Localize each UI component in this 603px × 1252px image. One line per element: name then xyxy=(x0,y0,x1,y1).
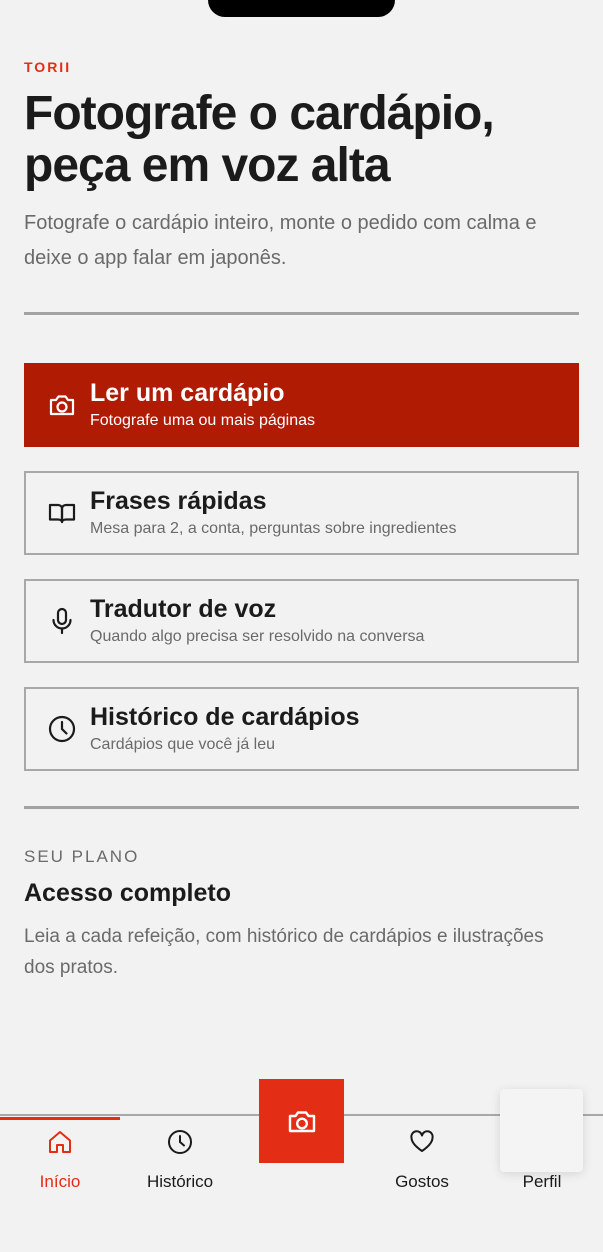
menu-history-button[interactable]: Histórico de cardápios Cardápios que voc… xyxy=(24,687,579,771)
tab-profile-label: Perfil xyxy=(522,1172,562,1191)
read-menu-title: Ler um cardápio xyxy=(90,379,285,407)
floating-overlay-card[interactable] xyxy=(500,1089,583,1172)
plan-title: Acesso completo xyxy=(24,879,232,907)
menu-history-title: Histórico de cardápios xyxy=(90,703,360,731)
plan-description: Leia a cada refeição, com histórico de c… xyxy=(24,926,544,978)
read-menu-subtitle: Fotografe uma ou mais páginas xyxy=(90,412,316,429)
voice-translator-title: Tradutor de voz xyxy=(90,595,277,623)
quick-phrases-title: Frases rápidas xyxy=(90,487,267,515)
tab-history-label: Histórico xyxy=(146,1172,214,1191)
page-title: Fotografe o cardápio, peça em voz alta xyxy=(24,87,495,192)
voice-translator-subtitle: Quando algo precisa ser resolvido na con… xyxy=(90,628,425,645)
tab-history[interactable]: Histórico xyxy=(120,1128,240,1198)
brand-label: TORII xyxy=(24,59,72,75)
quick-phrases-subtitle: Mesa para 2, a conta, perguntas sobre in… xyxy=(90,520,457,537)
clock-icon xyxy=(168,1130,192,1154)
book-icon xyxy=(44,495,80,531)
tab-home-label: Início xyxy=(39,1172,81,1191)
microphone-icon xyxy=(44,603,80,639)
home-icon xyxy=(49,1131,71,1153)
plan-label: SEU PLANO xyxy=(24,847,140,866)
camera-fab-button[interactable] xyxy=(259,1079,344,1163)
menu-history-subtitle: Cardápios que você já leu xyxy=(90,736,276,753)
tab-home[interactable]: Início xyxy=(0,1128,120,1198)
home-screen: TORII Fotografe o cardápio, peça em voz … xyxy=(0,0,603,1252)
tab-favorites[interactable]: Gostos xyxy=(362,1128,482,1198)
camera-icon xyxy=(288,1111,315,1133)
camera-icon xyxy=(44,387,80,423)
voice-translator-button[interactable]: Tradutor de voz Quando algo precisa ser … xyxy=(24,579,579,663)
read-menu-button[interactable]: Ler um cardápio Fotografe uma ou mais pá… xyxy=(24,363,579,447)
active-tab-indicator xyxy=(0,1117,120,1120)
heart-icon xyxy=(410,1130,434,1152)
divider xyxy=(24,806,579,809)
tab-favorites-label: Gostos xyxy=(395,1172,449,1191)
clock-icon xyxy=(44,711,80,747)
device-notch xyxy=(208,0,395,17)
divider xyxy=(24,312,579,315)
quick-phrases-button[interactable]: Frases rápidas Mesa para 2, a conta, per… xyxy=(24,471,579,555)
page-subtitle: Fotografe o cardápio inteiro, monte o pe… xyxy=(24,212,537,269)
